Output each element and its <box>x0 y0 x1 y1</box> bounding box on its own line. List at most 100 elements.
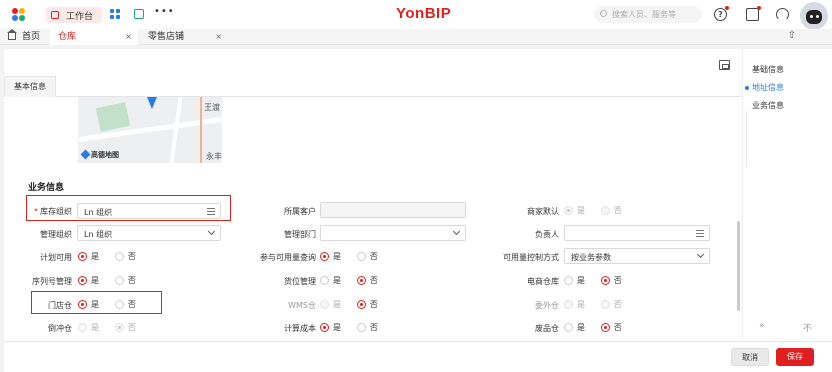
active-anchor-dot <box>745 86 749 90</box>
brand-logo: YonBIP <box>396 5 452 22</box>
radio-no: 否 <box>600 299 622 310</box>
form-footer: 取消 保存 <box>4 341 832 372</box>
cancel-button[interactable]: 取消 <box>731 348 769 366</box>
avail-control-select[interactable]: 按业务参数 <box>564 248 710 264</box>
merchant-default-radio: 是 否 <box>564 205 635 219</box>
map-provider-logo: 高德地图 <box>80 149 119 160</box>
owner-label: 负责人 <box>535 230 559 239</box>
owner-field[interactable] <box>564 225 710 241</box>
anchor-address-info[interactable]: 地址信息 <box>752 82 784 93</box>
search-icon <box>600 10 607 17</box>
calc-cost-radio: 是 否 <box>320 322 391 336</box>
radio-no: 否 <box>114 322 136 333</box>
anchor-basic-info[interactable]: 基础信息 <box>752 64 784 75</box>
radio-no[interactable]: 否 <box>356 322 378 333</box>
search-placeholder: 搜索人员、服务等 <box>612 10 676 19</box>
outsource-wh-radio: 是 否 <box>564 299 635 313</box>
merchant-default-label: 商家默认 <box>527 207 559 216</box>
manage-org-label: 管理组织 <box>40 230 72 239</box>
manage-dept-label: 管理部门 <box>284 230 316 239</box>
radio-yes[interactable]: 是 <box>78 251 99 262</box>
save-button[interactable]: 保存 <box>776 348 814 366</box>
notification-dot <box>757 6 761 10</box>
customer-label: 所属客户 <box>284 207 316 216</box>
page-tab-bar: 首页 仓库 × 零售店铺 × ⇧ <box>0 29 832 45</box>
radio-yes: 是 <box>564 205 585 216</box>
location-mgmt-radio: 是 否 <box>320 275 391 289</box>
user-avatar[interactable] <box>800 2 828 30</box>
plan-available-label: 计划可用 <box>40 253 72 262</box>
collapse-icon[interactable]: 不 <box>803 321 812 334</box>
expand-icon[interactable]: » <box>759 321 765 331</box>
serial-mgmt-label: 序列号管理 <box>32 277 72 286</box>
chevron-down-icon <box>452 227 461 236</box>
avail-control-label: 可用量控制方式 <box>503 253 559 262</box>
radio-no[interactable]: 否 <box>356 299 378 310</box>
radio-yes[interactable]: 是 <box>320 275 341 286</box>
radio-yes[interactable]: 是 <box>320 251 341 262</box>
radio-yes: 是 <box>78 322 99 333</box>
anchor-nav: 基础信息 地址信息 业务信息 » 不 <box>742 49 832 341</box>
manage-org-select[interactable]: Ln 组织 <box>77 225 221 241</box>
ecom-wh-radio: 是 否 <box>564 275 635 289</box>
highlight-box <box>31 291 162 314</box>
close-icon[interactable]: × <box>215 29 222 45</box>
tab-home[interactable]: 首页 <box>7 29 48 45</box>
rush-wh-label: 倒冲仓 <box>48 324 72 333</box>
radio-yes: 是 <box>320 299 341 310</box>
chevron-down-icon <box>696 250 705 259</box>
notification-dot <box>725 6 729 10</box>
radio-no[interactable]: 否 <box>600 322 622 333</box>
radio-no[interactable]: 否 <box>600 275 622 286</box>
list-icon[interactable] <box>696 230 704 237</box>
radio-no: 否 <box>600 205 622 216</box>
headset-icon[interactable] <box>776 8 789 21</box>
location-pin-icon <box>147 97 157 109</box>
avail-query-label: 参与可用量查询 <box>260 253 316 262</box>
manage-dept-select[interactable] <box>320 225 466 241</box>
app-grid-icon[interactable] <box>110 9 120 19</box>
help-icon[interactable]: ? <box>714 8 727 21</box>
vertical-scrollbar[interactable] <box>737 221 740 311</box>
tab-retail-store[interactable]: 零售店铺 × <box>140 29 228 45</box>
tab-warehouse[interactable]: 仓库 × <box>50 29 138 45</box>
radio-no[interactable]: 否 <box>114 251 136 262</box>
address-map[interactable]: 王渡 永丰 高德地图 <box>78 97 222 163</box>
subtab-bar: 基本信息 <box>4 76 742 97</box>
waste-wh-radio: 是 否 <box>564 322 635 336</box>
workspace-tab[interactable]: 工作台 <box>46 7 102 23</box>
radio-no[interactable]: 否 <box>356 251 378 262</box>
radio-no[interactable]: 否 <box>356 275 378 286</box>
tab-actions-icon[interactable]: ⇧ <box>788 30 796 41</box>
rush-wh-radio: 是 否 <box>78 322 149 336</box>
waste-wh-label: 废品仓 <box>535 324 559 333</box>
calc-cost-label: 计算成本 <box>284 324 316 333</box>
global-search[interactable]: 搜索人员、服务等 <box>594 6 702 23</box>
app-logo-icon[interactable] <box>12 8 26 22</box>
radio-no[interactable]: 否 <box>114 275 136 286</box>
more-icon[interactable]: ••• <box>154 6 175 17</box>
calendar-icon[interactable] <box>719 60 730 70</box>
outsource-wh-label: 委外仓 <box>535 301 559 310</box>
radio-yes[interactable]: 是 <box>320 322 341 333</box>
radio-yes[interactable]: 是 <box>564 275 585 286</box>
top-bar: 工作台 ••• YonBIP 搜索人员、服务等 ? <box>0 0 832 30</box>
customer-field <box>320 202 466 218</box>
home-icon <box>7 29 17 40</box>
chevron-down-icon <box>207 227 216 236</box>
serial-mgmt-radio: 是 否 <box>78 275 149 289</box>
anchor-business-info[interactable]: 业务信息 <box>752 100 784 111</box>
radio-yes[interactable]: 是 <box>78 275 99 286</box>
highlight-box <box>26 195 231 221</box>
warehouse-form-card: 基本信息 王渡 永丰 高德地图 业务信息 * 库存组织 Ln 组织 所属客户 商家… <box>4 49 742 341</box>
radio-yes[interactable]: 是 <box>564 322 585 333</box>
avail-query-radio: 是 否 <box>320 251 391 265</box>
location-mgmt-label: 货位管理 <box>284 277 316 286</box>
tab-basic-info[interactable]: 基本信息 <box>4 76 56 97</box>
workspace-icon <box>51 11 59 19</box>
chat-icon[interactable] <box>134 9 144 19</box>
section-title: 业务信息 <box>28 183 65 193</box>
message-icon[interactable] <box>746 8 759 21</box>
close-icon[interactable]: × <box>125 29 132 45</box>
wms-wh-label: WMS仓 <box>288 301 316 310</box>
